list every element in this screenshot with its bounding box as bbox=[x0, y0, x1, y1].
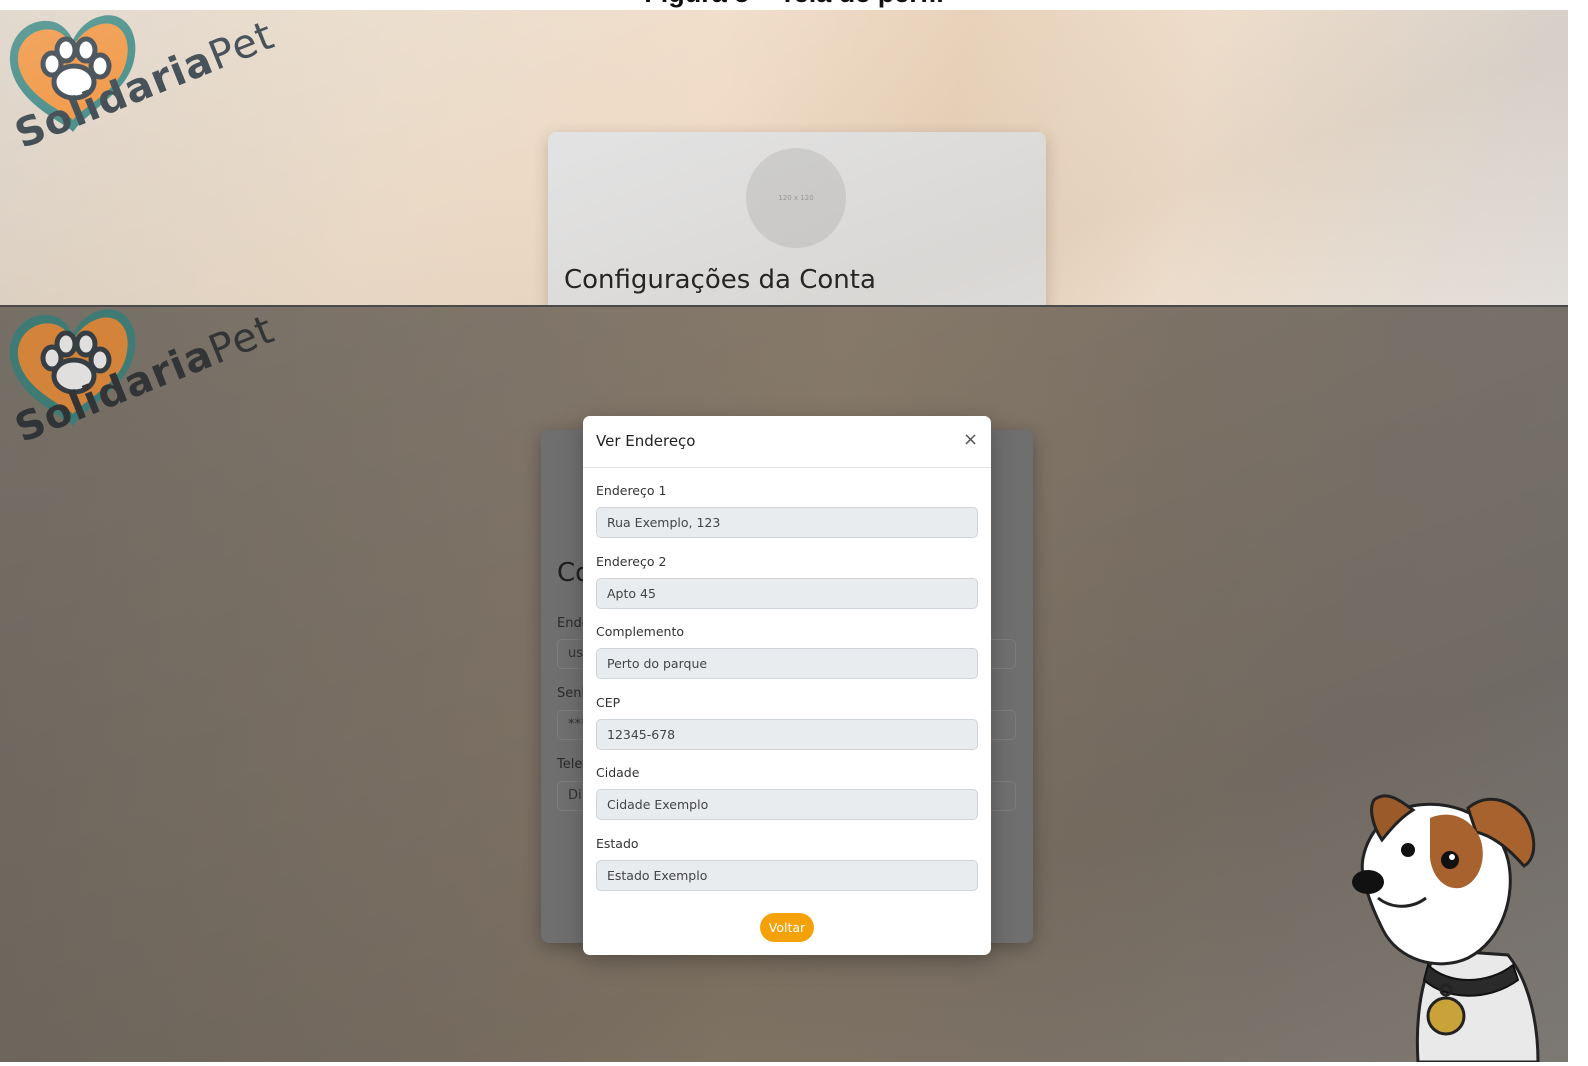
screen-divider bbox=[0, 305, 1568, 307]
avatar[interactable]: 120 x 120 bbox=[746, 148, 846, 248]
cep-field[interactable]: 12345-678 bbox=[596, 719, 978, 750]
app-logo: SolidariaPet bbox=[6, 12, 281, 222]
modal-title: Ver Endereço bbox=[596, 432, 696, 450]
address2-field[interactable]: Apto 45 bbox=[596, 578, 978, 609]
complement-field[interactable]: Perto do parque bbox=[596, 648, 978, 679]
app-logo-dimmed: SolidariaPet bbox=[6, 306, 281, 516]
caption-text: Figura 5 – Tela de perfil bbox=[0, 0, 1588, 9]
address1-field[interactable]: Rua Exemplo, 123 bbox=[596, 507, 978, 538]
address2-label: Endereço 2 bbox=[596, 554, 667, 569]
address-modal: Ver Endereço × Endereço 1 Rua Exemplo, 1… bbox=[583, 416, 991, 955]
figure-caption: Figura 5 – Tela de perfil bbox=[0, 0, 1588, 10]
page-title: Configurações da Conta bbox=[564, 265, 876, 295]
complement-label: Complemento bbox=[596, 624, 684, 639]
paw-heart-icon bbox=[9, 15, 136, 133]
address-modal-screen: SolidariaPet Co Ende us Senh *** Telef D… bbox=[0, 306, 1568, 1062]
modal-header: Ver Endereço × bbox=[583, 416, 991, 468]
profile-screen-top: SolidariaPet 120 x 120 Configurações da … bbox=[0, 10, 1568, 306]
dog-mascot-icon bbox=[1338, 780, 1568, 1066]
brand-light-text: Pet bbox=[202, 12, 281, 80]
avatar-placeholder-text: 120 x 120 bbox=[778, 194, 814, 202]
city-label: Cidade bbox=[596, 765, 640, 780]
address1-label: Endereço 1 bbox=[596, 483, 667, 498]
state-field[interactable]: Estado Exemplo bbox=[596, 860, 978, 891]
profile-card: 120 x 120 Configurações da Conta bbox=[548, 132, 1046, 306]
state-label: Estado bbox=[596, 836, 639, 851]
brand-bold-text: Solidaria bbox=[8, 37, 220, 158]
cep-label: CEP bbox=[596, 695, 621, 710]
close-icon[interactable]: × bbox=[963, 431, 978, 449]
brand-wordmark: SolidariaPet bbox=[9, 12, 281, 158]
back-button[interactable]: Voltar bbox=[760, 913, 814, 942]
city-field[interactable]: Cidade Exemplo bbox=[596, 789, 978, 820]
